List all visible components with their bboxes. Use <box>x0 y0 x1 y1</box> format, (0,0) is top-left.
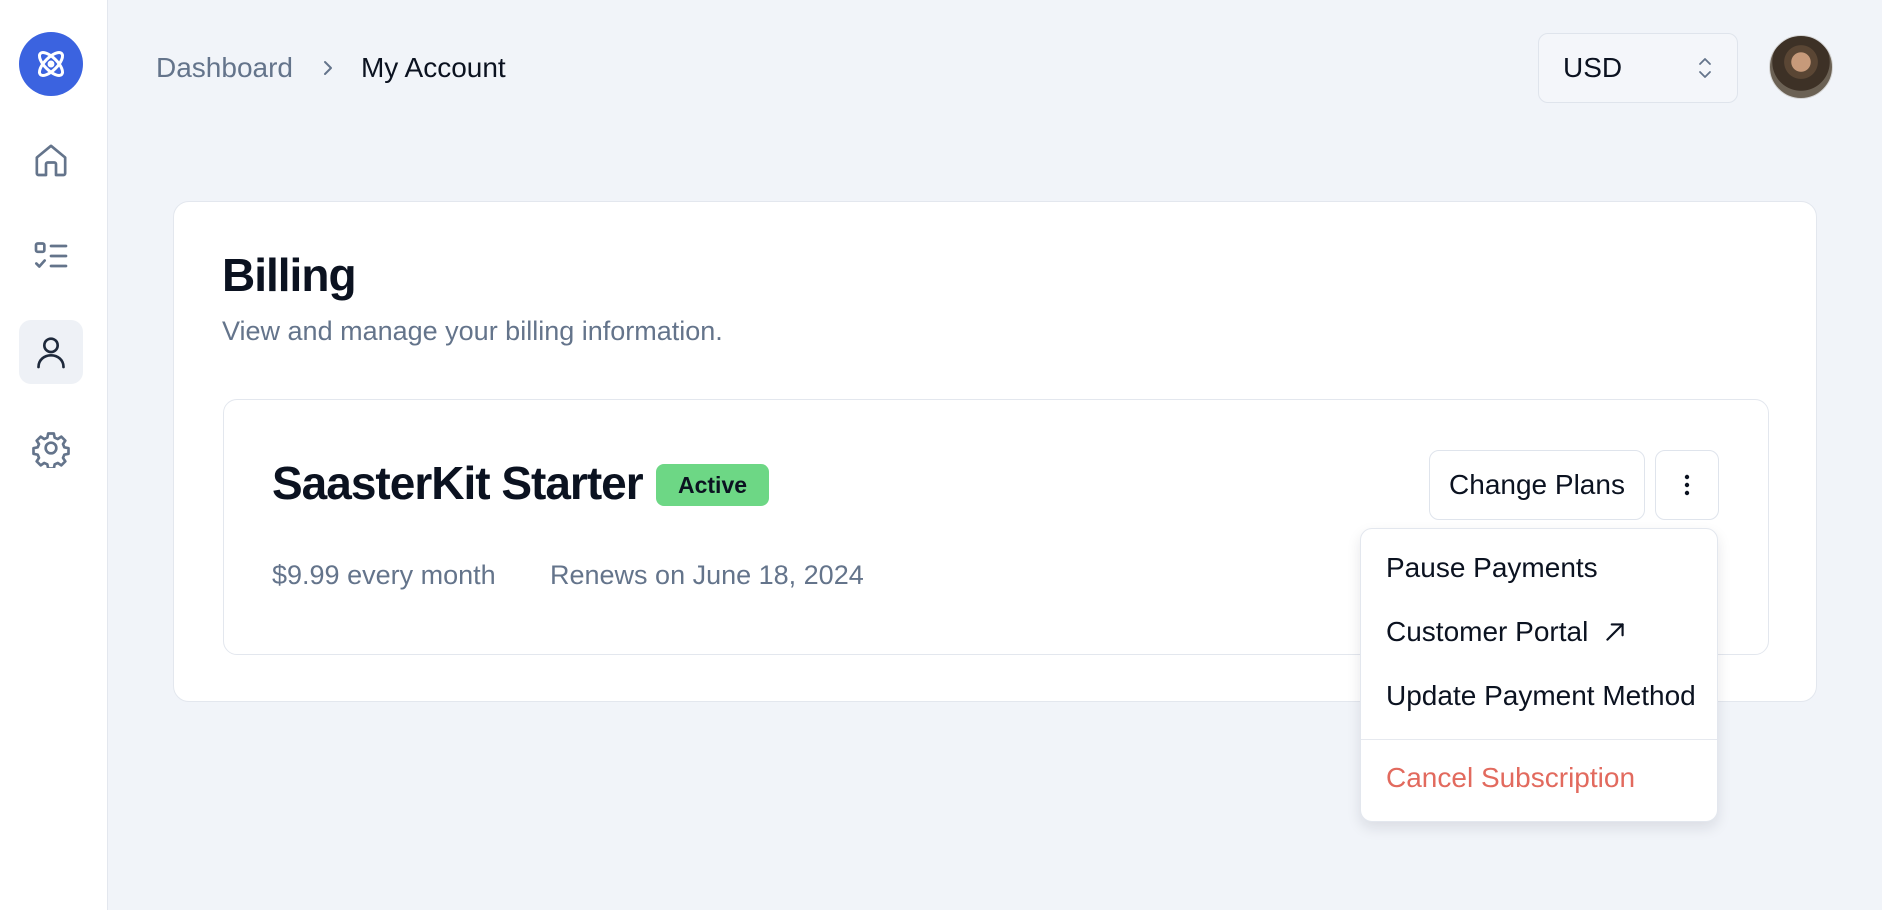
breadcrumb: Dashboard My Account <box>156 48 506 88</box>
sidebar-item-settings[interactable] <box>19 416 83 480</box>
kebab-menu-icon <box>1684 474 1690 496</box>
plan-price: $9.99 every month <box>272 560 496 590</box>
breadcrumb-current: My Account <box>360 52 506 83</box>
menu-item-label: Pause Payments <box>1386 552 1598 583</box>
logo[interactable] <box>19 32 83 96</box>
more-options-button[interactable] <box>1655 450 1719 520</box>
user-icon <box>37 337 65 369</box>
menu-item-customer-portal[interactable]: Customer Portal <box>1386 616 1628 648</box>
avatar[interactable] <box>1769 35 1833 99</box>
sidebar <box>0 0 108 910</box>
change-plans-button[interactable]: Change Plans <box>1429 450 1645 520</box>
currency-select[interactable]: USD <box>1538 33 1738 103</box>
external-link-arrow-icon <box>1606 623 1624 641</box>
change-plans-label: Change Plans <box>1449 469 1625 500</box>
status-badge: Active <box>656 464 770 506</box>
sidebar-item-tasks[interactable] <box>19 224 83 288</box>
chevron-up-down-icon <box>1697 55 1713 81</box>
menu-item-label: Customer Portal <box>1386 616 1589 647</box>
atom-icon <box>37 50 65 78</box>
currency-value: USD <box>1563 52 1623 83</box>
gear-icon <box>32 432 70 468</box>
menu-divider <box>1361 739 1717 740</box>
menu-item-update-payment-method[interactable]: Update Payment Method <box>1386 680 1696 712</box>
sidebar-item-home[interactable] <box>19 128 83 192</box>
home-icon <box>35 144 67 177</box>
plan-renewal-date: Renews on June 18, 2024 <box>550 560 864 590</box>
sidebar-item-account[interactable] <box>19 320 83 384</box>
page-title: Billing <box>222 249 357 301</box>
menu-item-label: Update Payment Method <box>1386 680 1696 711</box>
menu-item-label: Cancel Subscription <box>1386 762 1636 793</box>
page-subtitle: View and manage your billing information… <box>222 316 723 346</box>
chevron-right-icon <box>321 57 335 79</box>
plan-name: SaasterKit Starter <box>272 457 644 509</box>
options-dropdown-menu: Pause Payments Customer Portal Update Pa… <box>1360 528 1718 822</box>
breadcrumb-dashboard-link[interactable]: Dashboard <box>156 52 293 84</box>
checklist-icon <box>34 242 68 268</box>
menu-item-cancel-subscription[interactable]: Cancel Subscription <box>1386 762 1635 794</box>
menu-item-pause-payments[interactable]: Pause Payments <box>1386 552 1598 584</box>
